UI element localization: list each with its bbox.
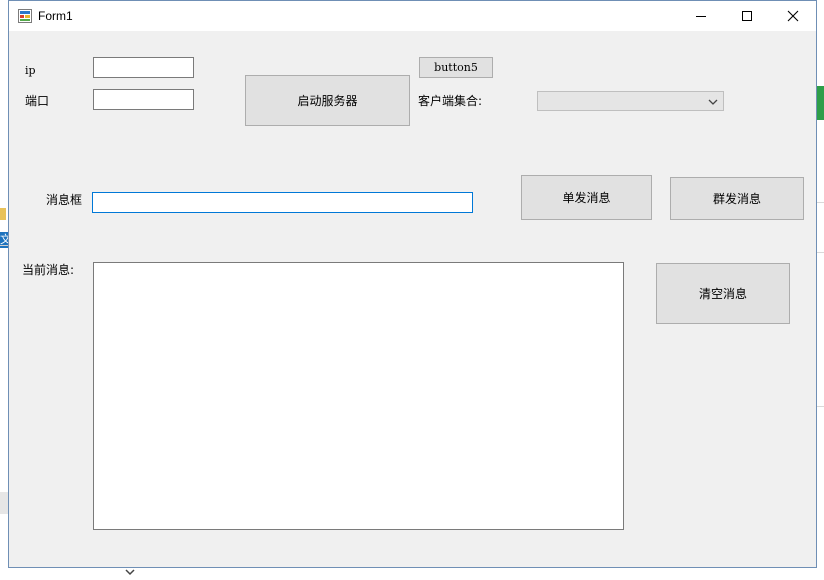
clients-label: 客户端集合:: [418, 94, 483, 108]
maximize-button[interactable]: [724, 1, 770, 31]
maximize-icon: [742, 11, 752, 21]
current-messages-label: 当前消息:: [22, 263, 75, 277]
minimize-icon: [696, 16, 706, 17]
message-label: 消息框: [46, 193, 83, 207]
send-group-button[interactable]: 群发消息: [670, 177, 804, 220]
app-icon: [18, 9, 32, 23]
background-folder-icon: [0, 208, 6, 220]
form-window: Form1 ip 端口 启动服务器 button5 客户端集合: 消息框 单发消…: [8, 0, 817, 568]
current-messages-textarea[interactable]: [93, 262, 624, 530]
background-app-left: 文: [0, 200, 8, 520]
background-block: [0, 492, 8, 514]
minimize-button[interactable]: [678, 1, 724, 31]
send-single-button[interactable]: 单发消息: [521, 175, 652, 220]
title-bar[interactable]: Form1: [9, 1, 816, 31]
ip-input[interactable]: [93, 57, 194, 78]
background-divider: [0, 245, 8, 246]
clear-messages-button[interactable]: 清空消息: [656, 263, 790, 324]
window-title: Form1: [38, 9, 73, 23]
ip-label: ip: [25, 64, 36, 77]
port-label: 端口: [25, 94, 50, 108]
start-server-button[interactable]: 启动服务器: [245, 75, 410, 126]
background-app-right-lines: [817, 140, 824, 540]
port-input[interactable]: [93, 89, 194, 110]
background-app-right: [817, 86, 824, 120]
close-button[interactable]: [770, 1, 816, 31]
message-input[interactable]: [92, 192, 473, 213]
button5[interactable]: button5: [419, 57, 493, 78]
close-icon: [787, 10, 799, 22]
chevron-down-icon: [708, 99, 718, 105]
clients-combobox[interactable]: [537, 91, 724, 111]
